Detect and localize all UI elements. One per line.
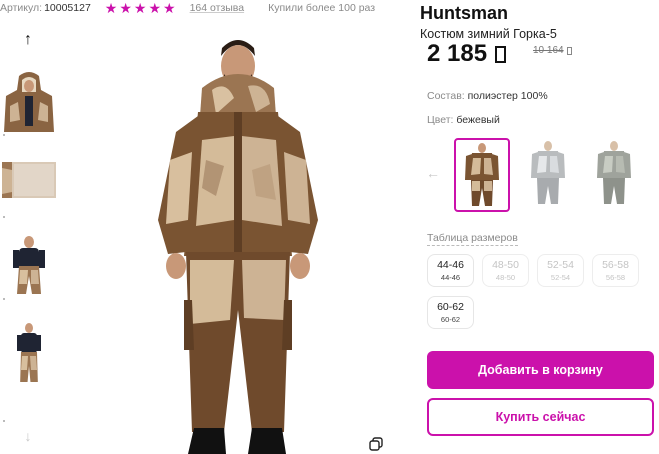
size-option[interactable]: 48-50 48-50 — [482, 254, 529, 287]
thumbnail-hooded-jacket[interactable] — [2, 70, 56, 132]
main-product-image[interactable] — [66, 20, 396, 454]
size-value: 44-46 — [437, 259, 464, 271]
old-price-value: 10 164 — [533, 45, 564, 56]
product-title: Костюм зимний Горка-5 — [420, 27, 557, 41]
brand-name[interactable]: Huntsman — [420, 3, 508, 24]
add-to-cart-button[interactable]: Добавить в корзину — [427, 351, 654, 389]
size-ru: 48-50 — [495, 273, 516, 282]
color-swatch-grey-camo[interactable] — [586, 138, 642, 212]
color-label: Цвет: — [427, 114, 454, 126]
star-icon: ★ — [148, 0, 162, 16]
composition-row: Состав: полиэстер 100% — [427, 90, 548, 102]
current-price: 2 185 — [427, 40, 507, 68]
old-price: 10 164 — [533, 45, 572, 56]
color-value: бежевый — [456, 114, 500, 126]
composition-value: полиэстер 100% — [467, 90, 548, 102]
star-icon: ★ — [104, 0, 118, 16]
thumbnail-divider — [3, 420, 5, 422]
size-ru: 60-62 — [440, 315, 461, 324]
size-option[interactable]: 56-58 56-58 — [592, 254, 639, 287]
arrow-left-icon[interactable]: ← — [426, 166, 440, 180]
reviews-link[interactable]: 164 отзыва — [190, 2, 245, 14]
product-meta-bar: Артикул: 10005127 ★ ★ ★ ★ ★ 164 отзыва К… — [0, 0, 400, 16]
thumbnail-bib-pants[interactable] — [2, 232, 56, 294]
star-icon: ★ — [163, 0, 176, 16]
size-option[interactable]: 52-54 52-54 — [537, 254, 584, 287]
size-option[interactable]: 60-62 60-62 — [427, 296, 474, 329]
color-row: Цвет: бежевый — [427, 114, 500, 126]
size-table-link[interactable]: Таблица размеров — [427, 232, 518, 246]
currency-icon — [566, 46, 572, 55]
thumbnail-divider — [3, 216, 5, 218]
star-icon: ★ — [119, 0, 132, 16]
currency-icon — [495, 45, 507, 63]
buy-now-button[interactable]: Купить сейчас — [427, 398, 654, 436]
thumbnail-gallery: ↑ ↓ — [0, 28, 62, 454]
size-value: 52-54 — [547, 259, 574, 271]
copy-icon[interactable] — [369, 437, 383, 451]
size-ru: 44-46 — [440, 273, 461, 282]
product-info-panel: Huntsman Костюм зимний Горка-5 2 185 10 … — [420, 0, 659, 454]
thumbnail-divider — [3, 298, 5, 300]
purchase-count: Купили более 100 раз — [268, 2, 376, 14]
size-value: 60-62 — [437, 301, 464, 313]
size-option[interactable]: 44-46 44-46 — [427, 254, 474, 287]
sku-value: 10005127 — [44, 2, 91, 14]
star-icon: ★ — [133, 0, 147, 16]
composition-label: Состав: — [427, 90, 465, 102]
size-ru: 52-54 — [550, 273, 571, 282]
size-value: 48-50 — [492, 259, 519, 271]
arrow-down-icon[interactable]: ↓ — [18, 426, 38, 446]
size-value: 56-58 — [602, 259, 629, 271]
color-swatch-white-camo[interactable] — [520, 138, 576, 212]
sku-label: Артикул: — [0, 2, 43, 14]
thumbnail-lining[interactable] — [2, 148, 56, 210]
price-value: 2 185 — [427, 40, 488, 67]
thumbnail-back-view[interactable] — [2, 320, 56, 382]
thumbnail-divider — [3, 134, 5, 136]
size-ru: 56-58 — [605, 273, 626, 282]
arrow-up-icon[interactable]: ↑ — [18, 30, 38, 50]
color-swatch-brown-camo[interactable] — [454, 138, 510, 212]
rating-stars[interactable]: ★ ★ ★ ★ ★ — [105, 1, 176, 15]
